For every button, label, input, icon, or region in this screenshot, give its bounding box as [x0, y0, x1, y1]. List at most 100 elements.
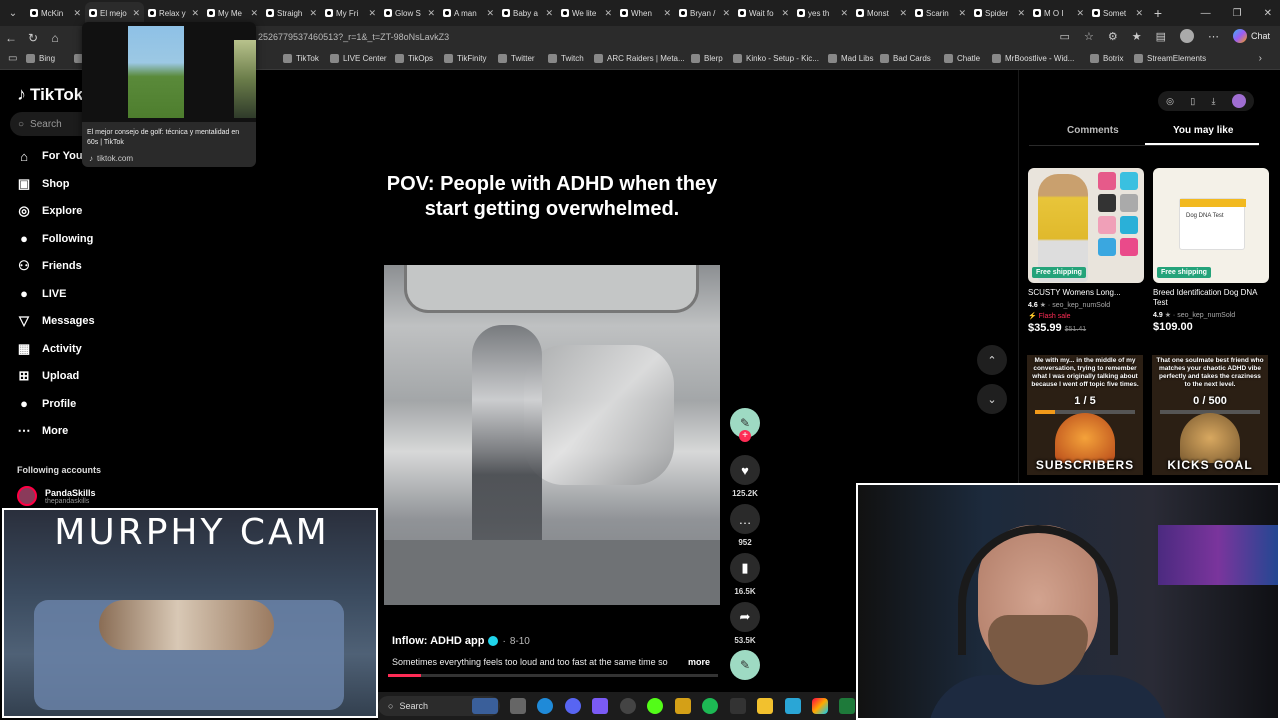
bookmark-save-icon[interactable]: ▮ [730, 553, 760, 583]
close-tab-icon[interactable]: ✕ [191, 8, 199, 19]
previous-video-button[interactable]: ⌃ [977, 345, 1007, 375]
author-name[interactable]: Inflow: ADHD app [392, 635, 484, 647]
comment-icon[interactable]: … [730, 504, 760, 534]
kick-icon[interactable] [647, 698, 663, 714]
browser-tab[interactable]: yes th ✕ [793, 2, 852, 24]
file-explorer-icon[interactable] [757, 698, 773, 714]
browser-tab[interactable]: Somet ✕ [1088, 2, 1147, 24]
tab-comments[interactable]: Comments [1067, 125, 1119, 136]
tab-you-may-like[interactable]: You may like [1173, 125, 1233, 136]
follow-plus-icon[interactable]: + [739, 430, 751, 442]
browser-tab[interactable]: When ✕ [616, 2, 675, 24]
close-tab-icon[interactable]: ✕ [250, 8, 258, 19]
url-field[interactable]: 2526779537460513?_r=1&_t=ZT-98oNsLavkZ3 [258, 32, 449, 42]
browser-tab[interactable]: Glow S ✕ [380, 2, 439, 24]
sidebar-item-more[interactable]: ⋯ More [16, 423, 69, 439]
favorite-star-icon[interactable]: ☆ [1084, 30, 1094, 43]
bookmark-item[interactable]: Kinko - Setup - Kic... [733, 54, 819, 63]
close-tab-icon[interactable]: ✕ [309, 8, 317, 19]
bookmark-item[interactable]: ARC Raiders | Meta... [594, 54, 685, 63]
profile-avatar[interactable] [1231, 94, 1246, 108]
sidebar-item-explore[interactable]: ◎ Explore [16, 203, 82, 219]
bookmark-item[interactable]: Bing [26, 54, 55, 63]
download-icon[interactable]: ⤓ [1212, 96, 1216, 107]
spotify-icon[interactable] [702, 698, 718, 714]
reload-icon[interactable]: ↻ [22, 31, 44, 45]
home-icon[interactable]: ⌂ [44, 31, 66, 45]
bookmark-item[interactable]: StreamElements [1134, 54, 1206, 63]
share-icon[interactable]: ➦ [730, 602, 760, 632]
sidebar-item-activity[interactable]: ▦ Activity [16, 341, 82, 357]
menu-dots-icon[interactable]: ⋯ [1208, 30, 1219, 43]
heart-icon[interactable]: ♥ [730, 455, 760, 485]
browser-tab[interactable]: Straigh ✕ [262, 2, 321, 24]
comment-action[interactable]: … 952 [730, 504, 760, 547]
split-screen-icon[interactable]: ▭ [1060, 30, 1070, 43]
close-tab-icon[interactable]: ✕ [899, 8, 907, 19]
new-tab-button[interactable]: + [1147, 5, 1169, 21]
more-button[interactable]: more [688, 657, 710, 667]
bookmark-item[interactable]: Twitter [498, 54, 535, 63]
video-player[interactable] [384, 265, 720, 605]
bookmark-item[interactable]: TikTok [283, 54, 319, 63]
close-window-icon[interactable]: ✕ [1264, 8, 1272, 19]
browser-tab[interactable]: We lite ✕ [557, 2, 616, 24]
close-tab-icon[interactable]: ✕ [604, 8, 612, 19]
following-account-item[interactable]: PandaSkills thepandaskills [17, 486, 96, 506]
discord-icon[interactable] [565, 698, 581, 714]
search-highlight-icon[interactable] [472, 698, 498, 714]
browser-tab[interactable]: Relax y ✕ [144, 2, 203, 24]
tiktok-logo[interactable]: ♪ TikTok [17, 84, 83, 105]
browser-tab[interactable]: M O I ✕ [1029, 2, 1088, 24]
bookmark-item[interactable]: Chatle [944, 54, 980, 63]
extensions-icon[interactable]: ⚙ [1108, 30, 1118, 43]
coin-icon[interactable]: ◎ [1166, 96, 1174, 107]
bookmark-item[interactable]: Twitch [548, 54, 584, 63]
bookmark-item[interactable]: TikOps [395, 54, 433, 63]
edge-icon[interactable] [537, 698, 553, 714]
bookmark-item[interactable]: LIVE Center [330, 54, 387, 63]
collections-icon[interactable]: ▤ [1156, 30, 1166, 43]
profile-avatar[interactable] [1179, 29, 1194, 43]
save-action[interactable]: ▮ 16.5K [730, 553, 760, 596]
browser-tab[interactable]: Wait fo ✕ [734, 2, 793, 24]
sidebar-item-friends[interactable]: ⚇ Friends [16, 258, 82, 274]
close-tab-icon[interactable]: ✕ [1017, 8, 1025, 19]
browser-tab[interactable]: Bryan / ✕ [675, 2, 734, 24]
app-icon[interactable] [675, 698, 691, 714]
minimize-icon[interactable]: — [1201, 8, 1211, 19]
obs-icon[interactable] [620, 698, 636, 714]
close-tab-icon[interactable]: ✕ [1135, 8, 1143, 19]
app-icon[interactable] [730, 698, 746, 714]
device-icon[interactable]: ▯ [1190, 96, 1195, 107]
browser-tab[interactable]: Spider ✕ [970, 2, 1029, 24]
close-tab-icon[interactable]: ✕ [132, 8, 140, 19]
bookmark-item[interactable]: TikFinity [444, 54, 486, 63]
close-tab-icon[interactable]: ✕ [486, 8, 494, 19]
tab-menu-button[interactable]: ⌄ [0, 0, 26, 26]
sidebar-item-live[interactable]: ● LIVE [16, 286, 66, 302]
next-video-button[interactable]: ⌄ [977, 384, 1007, 414]
browser-tab[interactable]: McKin ✕ [26, 2, 85, 24]
close-tab-icon[interactable]: ✕ [781, 8, 789, 19]
close-tab-icon[interactable]: ✕ [722, 8, 730, 19]
close-tab-icon[interactable]: ✕ [427, 8, 435, 19]
app-icon[interactable] [839, 698, 855, 714]
bookmark-item[interactable]: Mad Libs [828, 54, 873, 63]
sidebar-item-following[interactable]: ● Following [16, 231, 93, 247]
notepad-icon[interactable] [785, 698, 801, 714]
browser-tab[interactable]: Monst ✕ [852, 2, 911, 24]
app-grid-icon[interactable] [592, 698, 608, 714]
creator-avatar[interactable]: ✎ + [730, 408, 760, 442]
creator-avatar-action[interactable]: ✎ + [730, 408, 760, 442]
copilot-chat-button[interactable]: Chat [1232, 29, 1270, 43]
sidebar-item-upload[interactable]: ⊞ Upload [16, 368, 80, 384]
browser-tab[interactable]: El mejo ✕ [85, 2, 144, 24]
product-card[interactable]: Free shipping SCUSTY Womens Long... 4.6 … [1028, 168, 1144, 334]
video-author[interactable]: Inflow: ADHD app · 8-10 [392, 635, 530, 647]
back-icon[interactable]: ← [0, 31, 22, 45]
like-action[interactable]: ♥ 125.2K [730, 455, 760, 498]
close-tab-icon[interactable]: ✕ [1076, 8, 1084, 19]
chevron-right-icon[interactable]: › [1259, 53, 1262, 64]
sidebar-item-profile[interactable]: ● Profile [16, 396, 76, 412]
